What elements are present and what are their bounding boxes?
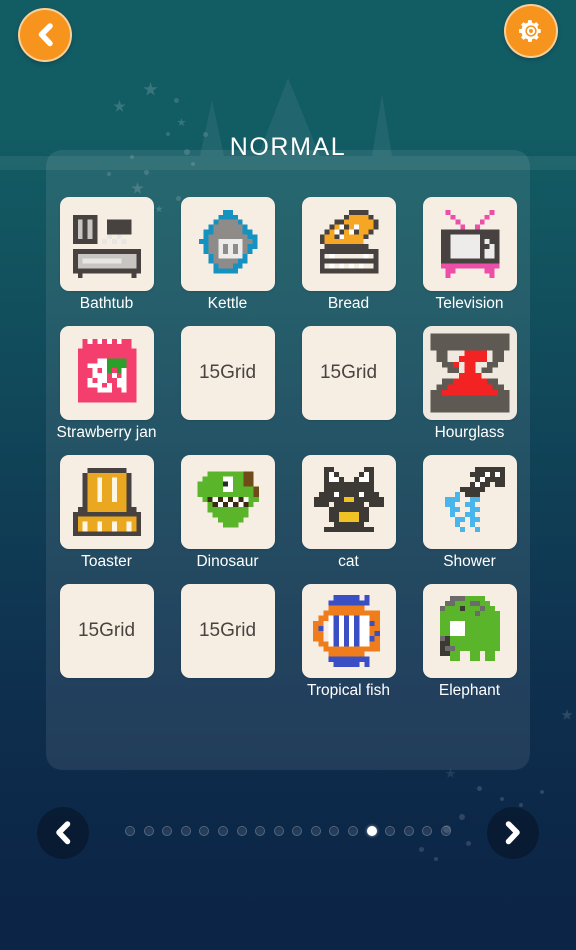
list-item[interactable]: Television [418,197,522,313]
page-dot[interactable] [199,826,210,836]
page-dot[interactable] [329,826,340,836]
hourglass-pixel-icon [430,333,509,413]
level-label: Bathtub [79,295,134,312]
level-label: Elephant [438,682,501,699]
page-dot[interactable] [441,826,452,836]
level-label: Shower [443,553,496,570]
level-thumbnail[interactable] [422,584,517,678]
list-item[interactable]: Strawberry jan [55,326,159,442]
level-label: Toaster [81,553,132,570]
page-dot[interactable] [217,826,228,836]
level-thumbnail[interactable] [422,326,517,420]
level-label: Hourglass [434,424,505,441]
elephant-pixel-icon [439,596,500,661]
list-item[interactable]: Bathtub [55,197,159,313]
list-item[interactable]: Dinosaur [176,455,280,571]
level-thumbnail[interactable] [301,584,396,678]
page-dot[interactable] [162,826,173,836]
list-item[interactable]: Hourglass [418,326,522,442]
page-dot[interactable] [143,826,154,836]
settings-button[interactable] [504,4,558,58]
page-dot[interactable] [310,826,321,836]
level-label: Kettle [207,295,248,312]
shower-pixel-icon [444,467,505,532]
bread-pixel-icon [319,209,378,274]
page-dot[interactable] [292,826,303,836]
gear-icon [519,20,541,42]
level-panel: Bathtub Kettle Bread Television Strawber… [46,150,530,770]
page-dot[interactable] [403,826,414,836]
page-dot[interactable] [348,826,359,836]
list-item[interactable]: cat [297,455,401,571]
level-thumbnail[interactable] [180,455,275,549]
bathtub-pixel-icon [72,214,141,279]
page-dot[interactable] [422,826,433,836]
list-item[interactable]: 15Grid [55,584,159,700]
locked-level-placeholder[interactable]: 15Grid [59,584,154,678]
list-item[interactable]: Kettle [176,197,280,313]
page-dot-active[interactable] [366,826,377,836]
level-thumbnail[interactable] [422,197,517,291]
cat-pixel-icon [313,467,384,532]
level-thumbnail[interactable] [59,326,154,420]
toaster-pixel-icon [72,467,141,537]
list-item[interactable]: 15Grid [176,584,280,700]
locked-level-placeholder[interactable]: 15Grid [301,326,396,420]
level-label: Strawberry jan [56,424,157,441]
level-grid: Bathtub Kettle Bread Television Strawber… [46,197,530,700]
page-dot[interactable] [273,826,284,836]
level-label: Dinosaur [196,553,259,570]
level-thumbnail[interactable] [301,197,396,291]
strawberry-jam-pixel-icon [77,338,136,403]
page-dot[interactable] [385,826,396,836]
list-item[interactable]: Toaster [55,455,159,571]
page-dot[interactable] [255,826,266,836]
kettle-pixel-icon [198,209,257,274]
level-thumbnail[interactable] [59,455,154,549]
page-indicator[interactable] [0,826,576,836]
list-item[interactable]: 15Grid [176,326,280,442]
level-thumbnail[interactable] [180,197,275,291]
level-thumbnail[interactable] [422,455,517,549]
dinosaur-pixel-icon [196,471,259,528]
list-item[interactable]: Bread [297,197,401,313]
page-dot[interactable] [180,826,191,836]
list-item[interactable]: 15Grid [297,326,401,442]
tropical-fish-pixel-icon [312,595,380,667]
locked-level-placeholder[interactable]: 15Grid [180,584,275,678]
page-dot[interactable] [124,826,135,836]
level-thumbnail[interactable] [59,197,154,291]
back-button[interactable] [18,8,72,62]
level-label: cat [338,553,359,570]
television-pixel-icon [440,209,499,279]
page-dot[interactable] [236,826,247,836]
list-item[interactable]: Elephant [418,584,522,700]
chevron-left-icon [38,23,53,47]
level-label: Tropical fish [307,682,390,699]
list-item[interactable]: Tropical fish [297,584,401,700]
locked-level-placeholder[interactable]: 15Grid [180,326,275,420]
level-label: Bread [327,295,370,312]
level-label: Television [435,295,504,312]
level-thumbnail[interactable] [301,455,396,549]
list-item[interactable]: Shower [418,455,522,571]
